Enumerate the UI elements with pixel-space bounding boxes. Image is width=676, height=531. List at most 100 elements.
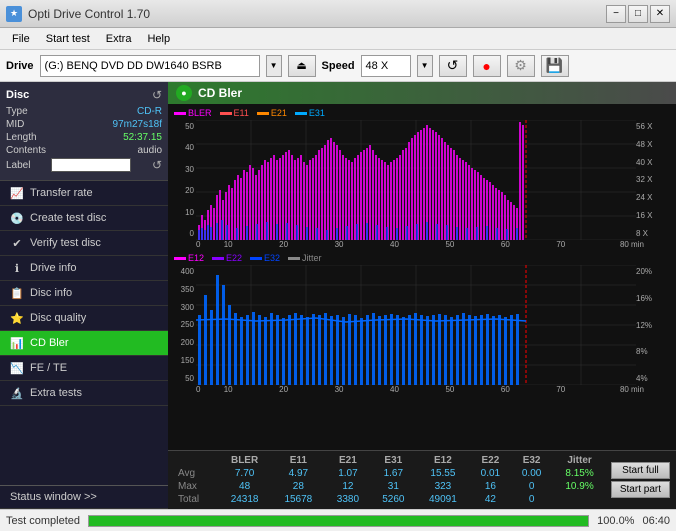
legend-e22: E22 (212, 253, 242, 263)
sidebar-item-drive-info[interactable]: ℹ Drive info (0, 256, 168, 281)
total-e31: 5260 (371, 493, 416, 506)
col-header-e21: E21 (325, 454, 370, 467)
drive-dropdown-arrow[interactable]: ▼ (266, 55, 282, 77)
avg-e32: 0.00 (511, 467, 552, 480)
sidebar-item-verify-test-disc[interactable]: ✔ Verify test disc (0, 231, 168, 256)
col-header-e31: E31 (371, 454, 416, 467)
app-title: Opti Drive Control 1.70 (28, 7, 150, 21)
drive-info-icon: ℹ (10, 261, 24, 275)
stats-container: BLER E11 E21 E31 E12 E22 E32 Jitter Avg (174, 454, 670, 506)
minimize-button[interactable]: − (606, 5, 626, 23)
avg-e22: 0.01 (470, 467, 511, 480)
drive-label: Drive (6, 60, 34, 72)
menu-file[interactable]: File (4, 31, 38, 47)
speed-label: Speed (322, 60, 355, 72)
sidebar-label-verify-test-disc: Verify test disc (30, 237, 101, 249)
bler-label: BLER (188, 108, 212, 118)
menu-help[interactable]: Help (139, 31, 178, 47)
sidebar-item-extra-tests[interactable]: 🔬 Extra tests (0, 381, 168, 406)
sidebar-item-disc-info[interactable]: 📋 Disc info (0, 281, 168, 306)
y-label-50: 50 (168, 122, 196, 131)
menu-extra[interactable]: Extra (98, 31, 140, 47)
mid-value: 97m27s18f (113, 119, 162, 130)
eject-button[interactable]: ⏏ (288, 55, 316, 77)
avg-bler: 7.70 (218, 467, 272, 480)
sidebar-item-disc-quality[interactable]: ⭐ Disc quality (0, 306, 168, 331)
bottom-chart-svg (196, 265, 636, 385)
total-e21: 3380 (325, 493, 370, 506)
col-header-jitter: Jitter (552, 454, 607, 467)
sidebar-item-create-test-disc[interactable]: 💿 Create test disc (0, 206, 168, 231)
label-label: Label (6, 160, 30, 171)
top-right-y7: 8 X (636, 229, 668, 238)
sidebar: Disc ↺ Type CD-R MID 97m27s18f Length 52… (0, 82, 168, 509)
avg-jitter: 8.15% (552, 467, 607, 480)
close-button[interactable]: ✕ (650, 5, 670, 23)
length-label: Length (6, 132, 37, 143)
legend-e21: E21 (257, 108, 287, 118)
bottom-x-axis: 0 10 20 30 40 50 60 70 80 min (168, 385, 676, 394)
disc-title: Disc (6, 89, 29, 101)
top-legend: BLER E11 E21 E31 (168, 106, 676, 120)
col-header-e32: E32 (511, 454, 552, 467)
menu-start-test[interactable]: Start test (38, 31, 98, 47)
speed-value: 48 X (366, 60, 389, 72)
bottom-legend: E12 E22 E32 Jitter (168, 251, 676, 265)
label-input[interactable] (51, 158, 131, 172)
settings-button[interactable]: ⚙ (507, 55, 535, 77)
sidebar-item-transfer-rate[interactable]: 📈 Transfer rate (0, 181, 168, 206)
col-header-empty (174, 454, 218, 467)
chart-icon: ● (176, 85, 192, 101)
y-label-20: 20 (168, 186, 196, 195)
window-controls: − □ ✕ (606, 5, 670, 23)
e31-color (295, 112, 307, 115)
top-right-y6: 16 X (636, 211, 668, 220)
progress-bar-fill (89, 516, 588, 526)
stats-area: BLER E11 E21 E31 E12 E22 E32 Jitter Avg (168, 450, 676, 509)
save-button[interactable]: 💾 (541, 55, 569, 77)
e32-label: E32 (264, 253, 280, 263)
chart-title: CD Bler (198, 86, 242, 100)
col-header-e11: E11 (271, 454, 325, 467)
start-full-button[interactable]: Start full (611, 462, 670, 479)
e12-label: E12 (188, 253, 204, 263)
y-label-0: 0 (168, 229, 196, 238)
max-e22: 16 (470, 480, 511, 493)
sidebar-item-fe-te[interactable]: 📉 FE / TE (0, 356, 168, 381)
sidebar-label-extra-tests: Extra tests (30, 387, 82, 399)
max-e32: 0 (511, 480, 552, 493)
erase-button[interactable]: ● (473, 55, 501, 77)
bottom-y-left-axis: 400 350 300 250 200 150 50 (168, 265, 196, 385)
legend-e31: E31 (295, 108, 325, 118)
drive-select[interactable]: (G:) BENQ DVD DD DW1640 BSRB (40, 55, 260, 77)
speed-select[interactable]: 48 X (361, 55, 411, 77)
top-right-y1: 56 X (636, 122, 668, 131)
table-row-avg: Avg 7.70 4.97 1.07 1.67 15.55 0.01 0.00 … (174, 467, 607, 480)
e11-label: E11 (234, 108, 249, 118)
max-label: Max (174, 480, 218, 493)
jitter-label: Jitter (302, 253, 322, 263)
table-row-max: Max 48 28 12 31 323 16 0 10.9% (174, 480, 607, 493)
e22-color (212, 257, 224, 260)
disc-refresh-icon[interactable]: ↺ (152, 88, 162, 102)
bottom-right-y-axis: 20% 16% 12% 8% 4% (636, 265, 668, 385)
label-refresh-icon[interactable]: ↺ (152, 158, 162, 172)
disc-info-icon: 📋 (10, 286, 24, 300)
max-e11: 28 (271, 480, 325, 493)
col-header-e12: E12 (416, 454, 470, 467)
sidebar-status-window[interactable]: Status window >> (0, 485, 168, 509)
start-part-button[interactable]: Start part (611, 481, 670, 498)
avg-e12: 15.55 (416, 467, 470, 480)
sidebar-label-drive-info: Drive info (30, 262, 76, 274)
total-e12: 49091 (416, 493, 470, 506)
top-chart-inner: 50 40 30 20 10 0 (168, 120, 676, 240)
create-test-disc-icon: 💿 (10, 211, 24, 225)
refresh-button[interactable]: ↺ (439, 55, 467, 77)
status-window-label: Status window >> (10, 491, 97, 503)
e31-label: E31 (309, 108, 325, 118)
col-header-e22: E22 (470, 454, 511, 467)
maximize-button[interactable]: □ (628, 5, 648, 23)
sidebar-item-cd-bler[interactable]: 📊 CD Bler (0, 331, 168, 356)
speed-dropdown-arrow[interactable]: ▼ (417, 55, 433, 77)
legend-bler: BLER (174, 108, 212, 118)
